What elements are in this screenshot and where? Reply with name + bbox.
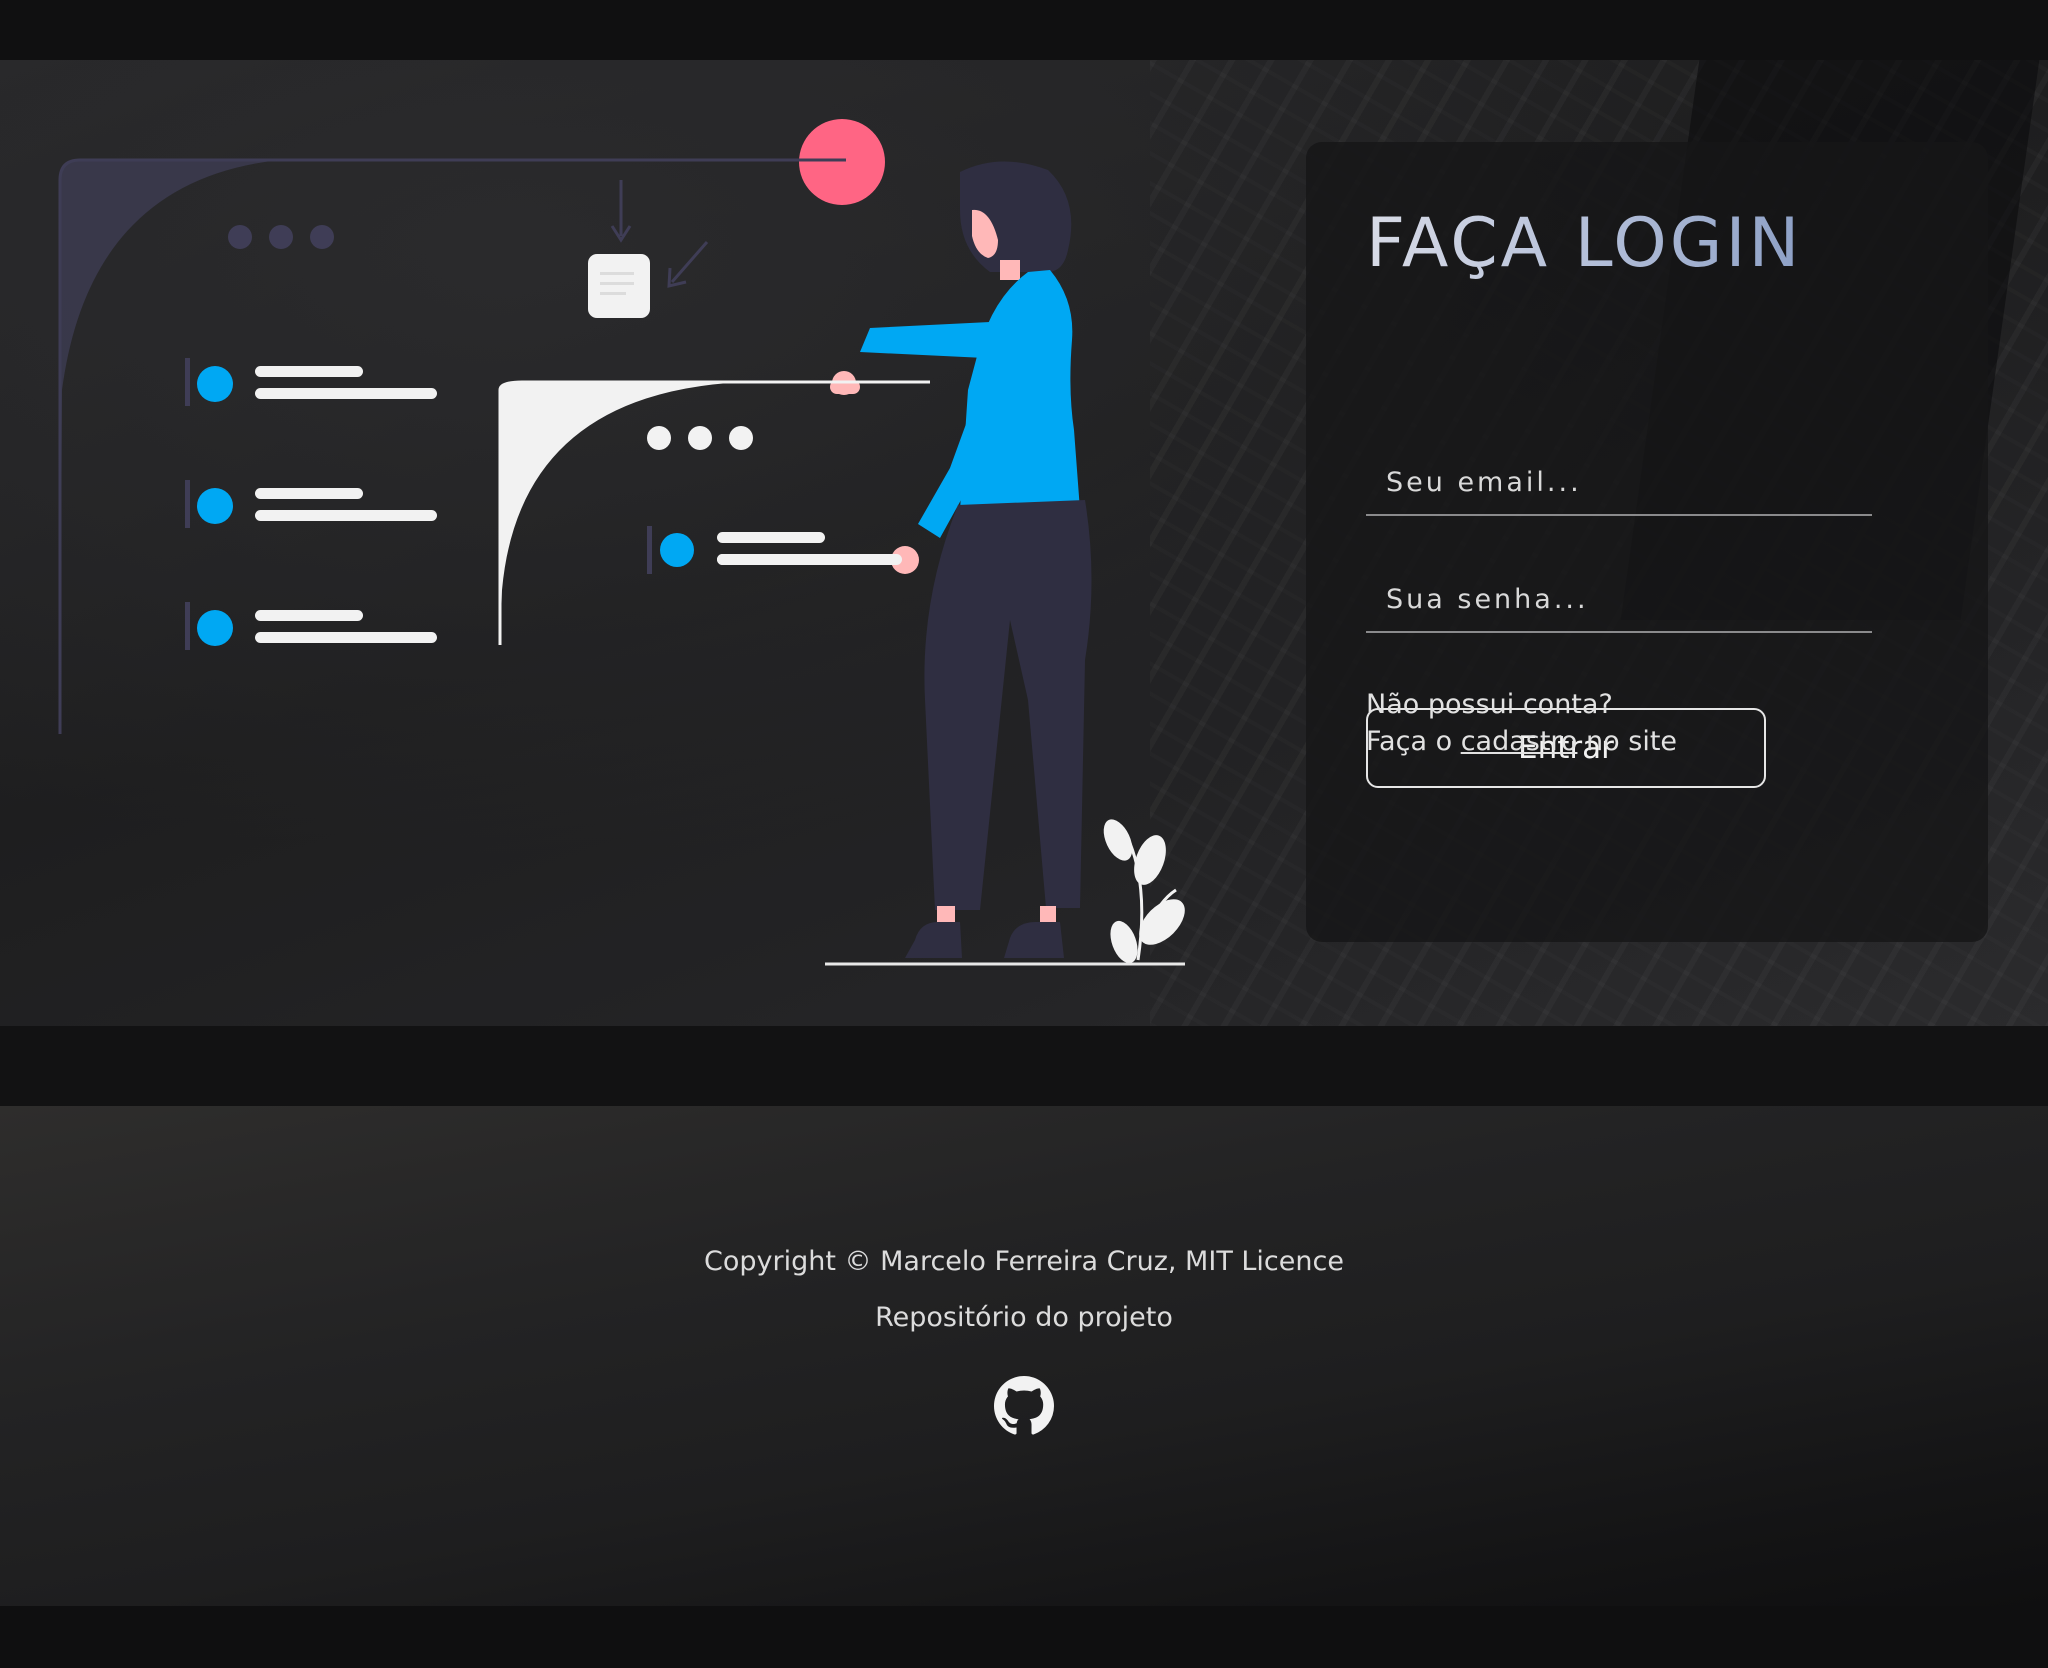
signup-link[interactable]: cadastro (1461, 726, 1578, 757)
login-illustration (58, 119, 1185, 966)
top-bar (0, 0, 2048, 60)
bottom-bar (0, 1606, 2048, 1668)
login-title: FAÇA LOGIN (1366, 204, 1803, 283)
password-field[interactable] (1366, 567, 1872, 633)
list-item (647, 526, 902, 574)
list-item (185, 602, 437, 650)
list-item (185, 358, 437, 406)
signup-prompt: Não possui conta? Faça o cadastro no sit… (1366, 686, 1926, 760)
signup-suffix: no site (1586, 726, 1678, 757)
pink-circle (799, 119, 885, 205)
plant (1103, 819, 1185, 964)
footer: Copyright © Marcelo Ferreira Cruz, MIT L… (0, 1106, 2048, 1606)
repository-link[interactable]: Repositório do projeto (875, 1302, 1173, 1333)
document-icon (588, 254, 650, 318)
back-window-dot (310, 225, 334, 249)
login-card: FAÇA LOGIN Entrar Não possui conta? Faça… (1306, 142, 1988, 942)
repository-link-row: Repositório do projeto (0, 1302, 2048, 1333)
back-window-dot (269, 225, 293, 249)
back-window (58, 158, 790, 734)
signup-prefix: Faça o (1366, 726, 1453, 757)
github-icon[interactable] (994, 1376, 1054, 1436)
signup-line: Faça o cadastro no site (1366, 723, 1926, 760)
no-account-text: Não possui conta? (1366, 689, 1613, 720)
email-field[interactable] (1366, 450, 1872, 516)
copyright-text: Copyright © Marcelo Ferreira Cruz, MIT L… (704, 1246, 1344, 1277)
back-window-dot (228, 225, 252, 249)
list-item (185, 480, 437, 528)
divider-band (0, 1026, 2048, 1106)
